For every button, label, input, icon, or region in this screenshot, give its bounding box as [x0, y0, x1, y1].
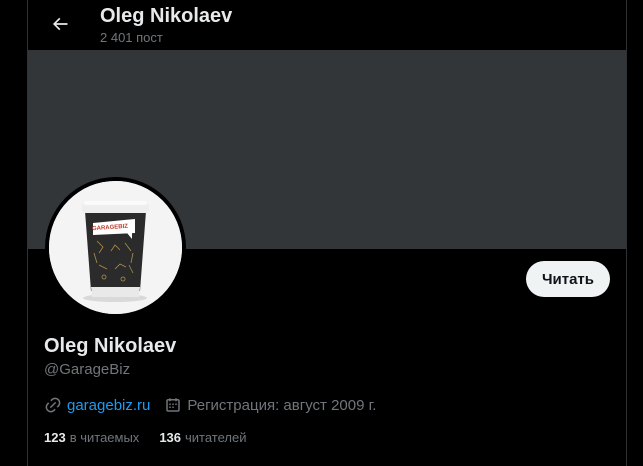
profile-page: Oleg Nikolaev 2 401 пост GARAGEBIZ Читат…	[0, 0, 643, 466]
follow-stats: 123 в читаемых 136 читателей	[44, 428, 267, 446]
post-count: 2 401 пост	[100, 30, 163, 45]
back-button[interactable]	[42, 6, 78, 42]
joined-date: Регистрация: август 2009 г.	[187, 396, 377, 414]
website-link[interactable]: garagebiz.ru	[67, 397, 150, 414]
following-label: в читаемых	[69, 429, 140, 445]
display-name: Oleg Nikolaev	[44, 335, 177, 357]
joined-item: Регистрация: август 2009 г.	[164, 396, 376, 414]
user-handle: @GarageBiz	[44, 361, 131, 378]
calendar-icon	[164, 396, 182, 414]
profile-header: Oleg Nikolaev 2 401 пост	[28, 0, 626, 50]
website-item: garagebiz.ru	[44, 396, 150, 414]
link-icon	[44, 396, 62, 414]
follow-button[interactable]: Читать	[526, 261, 610, 297]
followers-link[interactable]: 136 читателей	[159, 430, 246, 445]
following-link[interactable]: 123 в читаемых	[44, 430, 139, 445]
followers-label: читателей	[185, 429, 247, 445]
arrow-left-icon	[50, 14, 70, 34]
column-border-right	[626, 0, 627, 466]
header-title: Oleg Nikolaev	[100, 5, 233, 27]
followers-count: 136	[159, 429, 182, 445]
profile-meta: garagebiz.ru Регистрация: август 2009 г.	[44, 395, 390, 415]
avatar-container	[45, 177, 186, 318]
avatar[interactable]	[49, 181, 182, 314]
following-count: 123	[44, 429, 66, 445]
